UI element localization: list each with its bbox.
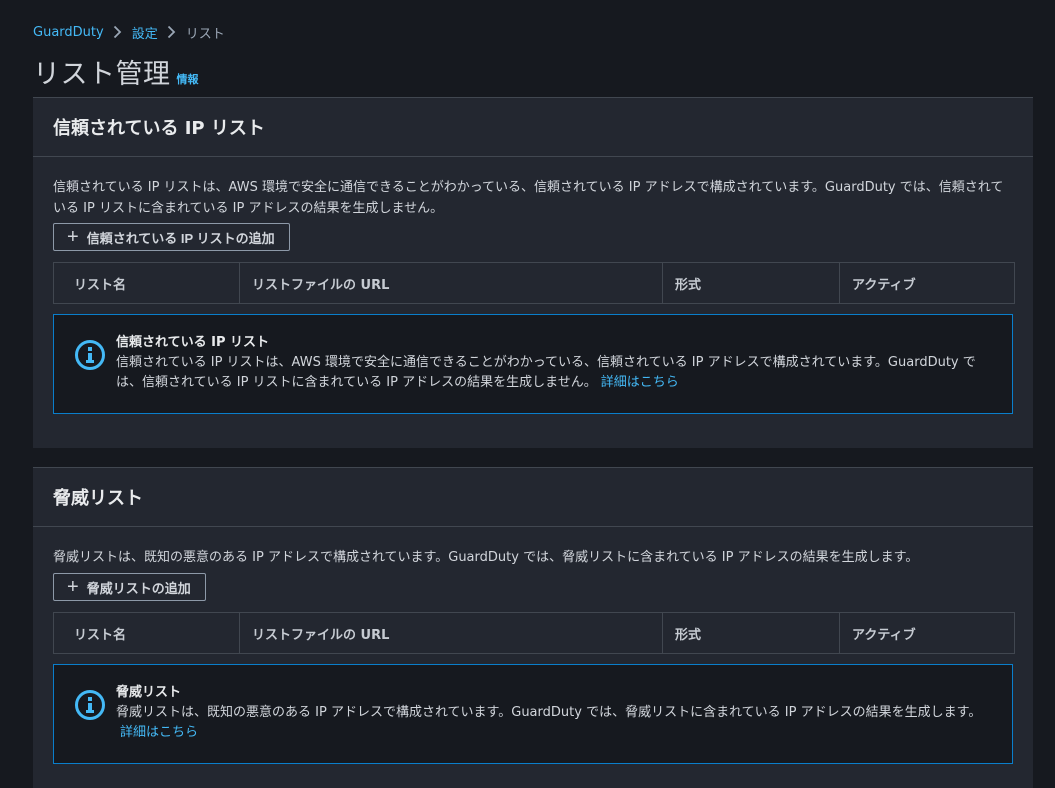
trusted-ip-list-title: 信頼されている IP リスト	[53, 118, 265, 139]
threat-list-table-header: リスト名 リストファイルの URL 形式 アクティブ	[53, 612, 1015, 654]
column-header-list-url[interactable]: リストファイルの URL	[239, 613, 662, 653]
add-threat-list-button[interactable]: + 脅威リストの追加	[53, 573, 206, 601]
trusted-ip-list-alert-title: 信頼されている IP リスト	[116, 335, 270, 350]
trusted-ip-list-info-alert: 信頼されている IP リスト 信頼されている IP リストは、AWS 環境で安全…	[53, 314, 1013, 414]
learn-more-link[interactable]: 詳細はこちら	[601, 375, 679, 390]
chevron-right-icon	[158, 22, 186, 42]
trusted-ip-list-alert-text: 信頼されている IP リストは、AWS 環境で安全に通信できることがわかっている…	[116, 355, 976, 390]
threat-list-container: 脅威リスト 脅威リストは、既知の悪意のある IP アドレスで構成されています。G…	[33, 467, 1033, 788]
guardduty-lists-page: GuardDuty 設定 リスト リスト管理 情報 信頼されている IP リスト…	[0, 0, 1055, 788]
column-header-format[interactable]: 形式	[662, 263, 839, 303]
column-header-active[interactable]: アクティブ	[839, 613, 1014, 653]
column-header-active[interactable]: アクティブ	[839, 263, 1014, 303]
breadcrumb-lists: リスト	[185, 26, 225, 42]
chevron-right-icon	[104, 22, 132, 42]
threat-list-header: 脅威リスト	[33, 468, 1033, 527]
page-header: リスト管理 情報	[33, 52, 199, 91]
column-header-format[interactable]: 形式	[662, 613, 839, 653]
threat-list-title: 脅威リスト	[53, 488, 143, 509]
trusted-ip-list-container: 信頼されている IP リスト 信頼されている IP リストは、AWS 環境で安全…	[33, 97, 1033, 448]
threat-list-alert-title: 脅威リスト	[116, 685, 182, 700]
threat-list-description: 脅威リストは、既知の悪意のある IP アドレスで構成されています。GuardDu…	[53, 550, 919, 565]
threat-list-info-alert: 脅威リスト 脅威リストは、既知の悪意のある IP アドレスで構成されています。G…	[53, 664, 1013, 764]
info-circle-icon	[74, 339, 106, 371]
trusted-ip-list-header: 信頼されている IP リスト	[33, 98, 1033, 157]
learn-more-link[interactable]: 詳細はこちら	[120, 725, 198, 740]
column-header-list-url[interactable]: リストファイルの URL	[239, 263, 662, 303]
column-header-list-name[interactable]: リスト名	[54, 263, 239, 303]
threat-list-alert-body: 脅威リスト 脅威リストは、既知の悪意のある IP アドレスで構成されています。G…	[116, 683, 996, 743]
breadcrumb-guardduty[interactable]: GuardDuty	[33, 25, 104, 40]
add-trusted-ip-list-button[interactable]: + 信頼されている IP リストの追加	[53, 223, 290, 251]
trusted-ip-list-description: 信頼されている IP リストは、AWS 環境で安全に通信できることがわかっている…	[53, 180, 1004, 216]
add-trusted-ip-list-label: 信頼されている IP リストの追加	[86, 230, 275, 246]
plus-icon: +	[67, 576, 79, 598]
plus-icon: +	[67, 226, 79, 248]
page-title: リスト管理	[33, 59, 171, 90]
threat-list-alert-text: 脅威リストは、既知の悪意のある IP アドレスで構成されています。GuardDu…	[116, 705, 982, 720]
column-header-list-name[interactable]: リスト名	[54, 613, 239, 653]
info-circle-icon	[74, 689, 106, 721]
trusted-ip-list-table-header: リスト名 リストファイルの URL 形式 アクティブ	[53, 262, 1015, 304]
info-link[interactable]: 情報	[177, 71, 199, 87]
trusted-ip-list-alert-body: 信頼されている IP リスト 信頼されている IP リストは、AWS 環境で安全…	[116, 333, 996, 393]
add-threat-list-label: 脅威リストの追加	[86, 580, 191, 596]
breadcrumb-settings[interactable]: 設定	[132, 23, 158, 42]
breadcrumb: GuardDuty 設定 リスト	[33, 22, 225, 42]
